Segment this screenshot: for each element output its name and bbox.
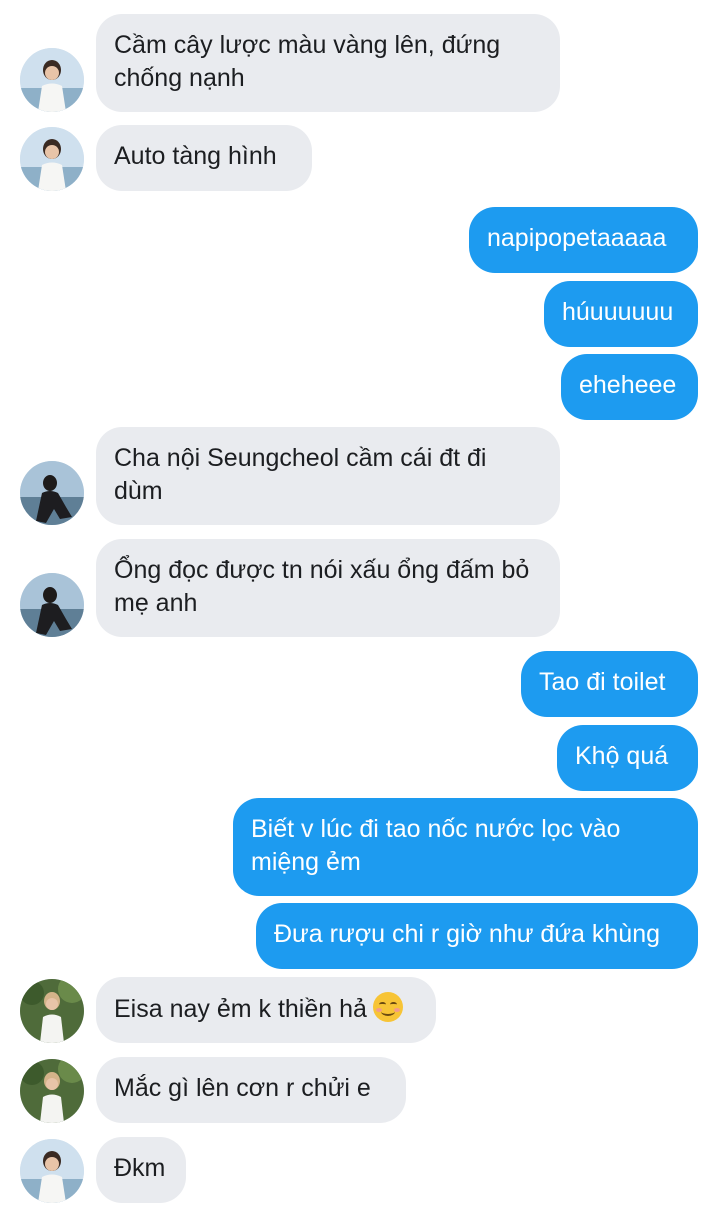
message-text: Mắc gì lên cơn r chửi e [114,1074,371,1102]
message-row-outgoing: napipopetaaaaa [0,207,720,273]
message-row-incoming: Cha nội Seungcheol cầm cái đt đi dùm [0,427,720,525]
message-bubble[interactable]: Đưa rượu chi r giờ như đứa khùng [256,903,698,969]
message-bubble[interactable]: Biết v lúc đi tao nốc nước lọc vào miệng… [233,798,698,896]
message-bubble[interactable]: Cầm cây lược màu vàng lên, đứng chống nạ… [96,14,560,112]
message-row-incoming: Eisa nay ẻm k thiền hả [0,977,720,1043]
message-text: Đưa rượu chi r giờ như đứa khùng [274,920,661,948]
message-text: Tao đi toilet [539,668,666,696]
avatar[interactable] [20,48,84,112]
message-row-outgoing: eheheee [0,354,720,420]
avatar[interactable] [20,573,84,637]
message-text: Biết v lúc đi tao nốc nước lọc vào miệng… [251,815,621,876]
message-row-outgoing: Đưa rượu chi r giờ như đứa khùng [0,903,720,969]
message-bubble[interactable]: Đkm [96,1137,186,1203]
avatar[interactable] [20,1139,84,1203]
message-row-incoming: Đkm [0,1137,720,1203]
message-text: Đkm [114,1154,166,1182]
message-text: eheheee [579,371,677,399]
message-text: Eisa nay ẻm k thiền hả [114,995,367,1023]
message-bubble[interactable]: húuuuuuu [544,281,698,347]
message-row-outgoing: húuuuuuu [0,281,720,347]
message-text: napipopetaaaaa [487,224,667,252]
avatar[interactable] [20,979,84,1043]
avatar[interactable] [20,461,84,525]
message-bubble[interactable]: Mắc gì lên cơn r chửi e [96,1057,406,1123]
message-bubble[interactable]: Tao đi toilet [521,651,698,717]
message-bubble[interactable]: Ổng đọc được tn nói xấu ổng đấm bỏ mẹ an… [96,539,560,637]
chat-thread: Cầm cây lược màu vàng lên, đứng chống nạ… [0,0,720,1213]
message-row-incoming: Auto tàng hình [0,125,720,191]
message-text: húuuuuuu [562,298,674,326]
message-bubble[interactable]: napipopetaaaaa [469,207,698,273]
message-bubble[interactable]: Auto tàng hình [96,125,312,191]
message-row-outgoing: Khộ quá [0,725,720,791]
avatar[interactable] [20,1059,84,1123]
message-row-incoming: Ổng đọc được tn nói xấu ổng đấm bỏ mẹ an… [0,539,720,637]
message-bubble[interactable]: Khộ quá [557,725,698,791]
message-row-incoming: Mắc gì lên cơn r chửi e [0,1057,720,1123]
message-text: Cầm cây lược màu vàng lên, đứng chống nạ… [114,31,501,92]
message-text: Auto tàng hình [114,142,277,170]
message-bubble[interactable]: Eisa nay ẻm k thiền hả [96,977,436,1043]
message-text: Cha nội Seungcheol cầm cái đt đi dùm [114,444,487,505]
smiling-face-icon [372,992,403,1022]
avatar[interactable] [20,127,84,191]
message-bubble[interactable]: eheheee [561,354,698,420]
message-row-incoming: Cầm cây lược màu vàng lên, đứng chống nạ… [0,14,720,112]
message-text: Khộ quá [575,742,669,770]
message-row-outgoing: Tao đi toilet [0,651,720,717]
message-text: Ổng đọc được tn nói xấu ổng đấm bỏ mẹ an… [114,556,530,617]
message-row-outgoing: Biết v lúc đi tao nốc nước lọc vào miệng… [0,798,720,896]
message-bubble[interactable]: Cha nội Seungcheol cầm cái đt đi dùm [96,427,560,525]
